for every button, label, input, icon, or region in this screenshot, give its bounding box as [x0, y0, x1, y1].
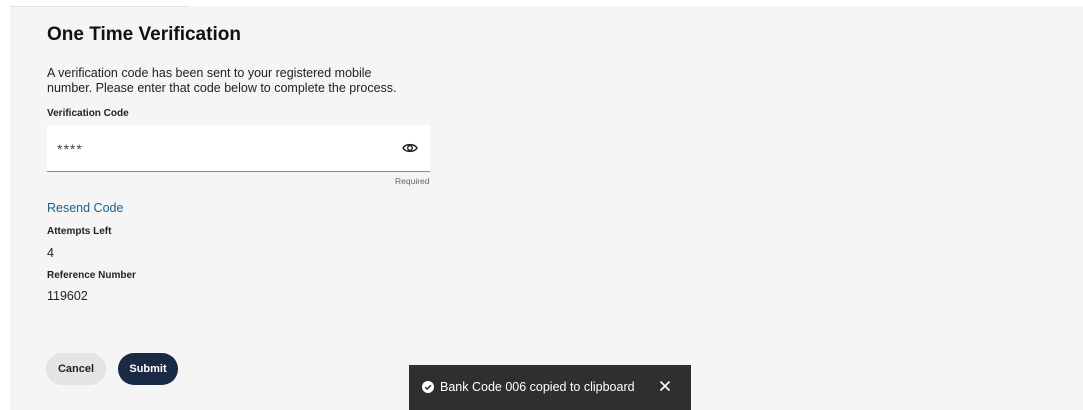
reference-number-label: Reference Number: [47, 270, 136, 281]
page-title: One Time Verification: [47, 24, 241, 45]
verification-code-field[interactable]: ****: [47, 125, 430, 172]
page-description: A verification code has been sent to you…: [47, 66, 397, 95]
attempts-left-label: Attempts Left: [47, 226, 112, 237]
eye-icon[interactable]: [402, 140, 418, 156]
toast-message: Bank Code 006 copied to clipboard: [440, 380, 635, 394]
verification-code-value[interactable]: ****: [57, 141, 83, 157]
submit-button[interactable]: Submit: [118, 353, 178, 385]
toast-notification: Bank Code 006 copied to clipboard: [409, 365, 691, 410]
verification-code-label: Verification Code: [47, 108, 129, 119]
resend-code-link[interactable]: Resend Code: [47, 201, 123, 215]
required-hint: Required: [395, 176, 430, 186]
check-circle-icon: [422, 381, 434, 393]
cancel-button[interactable]: Cancel: [46, 353, 106, 385]
panel-divider: [10, 6, 188, 7]
reference-number-value: 119602: [47, 289, 88, 303]
attempts-left-value: 4: [47, 246, 54, 260]
close-icon[interactable]: [657, 378, 673, 394]
